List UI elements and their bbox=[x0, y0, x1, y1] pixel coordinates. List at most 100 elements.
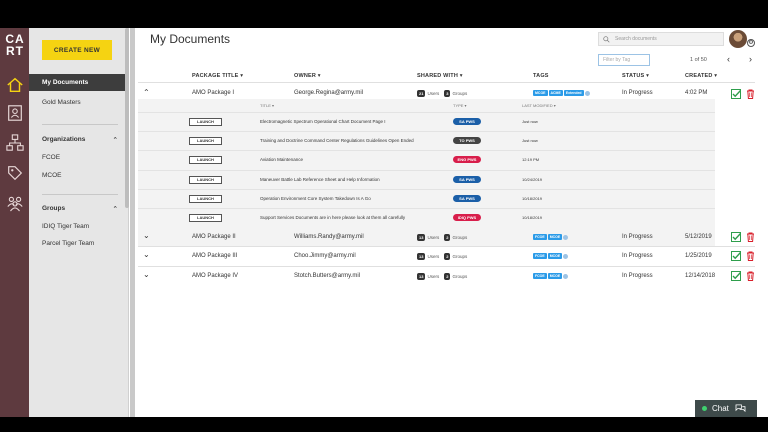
column-owner[interactable]: OWNER ▾ bbox=[294, 73, 321, 79]
gear-icon[interactable]: ⚙ bbox=[747, 39, 755, 47]
shared-with: 13 Users 2 Groups bbox=[417, 253, 467, 260]
chevron-down-icon[interactable]: ⌄ bbox=[143, 231, 150, 240]
groups-label: Groups bbox=[452, 235, 468, 241]
document-row[interactable]: LAUNCH Support Services Documents are in … bbox=[138, 208, 715, 227]
package-title[interactable]: AMO Package III bbox=[192, 253, 237, 259]
checkmark-icon[interactable] bbox=[731, 251, 741, 261]
subcolumn-type[interactable]: TYPE ▾ bbox=[453, 103, 467, 108]
users-count: 13 bbox=[417, 273, 426, 280]
chat-button[interactable]: Chat bbox=[695, 400, 757, 417]
package-title[interactable]: AMO Package IV bbox=[192, 273, 238, 279]
chevron-right-icon[interactable]: › bbox=[749, 54, 752, 64]
tag-badge[interactable]: MCOE bbox=[547, 234, 563, 240]
document-title[interactable]: Operation Environment Core System Takedo… bbox=[260, 196, 371, 201]
tag-badge[interactable]: FCOE bbox=[533, 234, 547, 240]
document-type-badge: IDIQ PWS bbox=[453, 214, 481, 221]
document-row[interactable]: LAUNCH Training and Doctrine Command Cent… bbox=[138, 131, 715, 150]
package-title[interactable]: AMO Package I bbox=[192, 90, 234, 96]
groups-label: Groups bbox=[452, 91, 468, 97]
trash-icon[interactable] bbox=[746, 251, 755, 261]
tag-badge[interactable]: MCOE bbox=[547, 253, 563, 259]
sidebar-item-parcel-tiger-team[interactable]: Parcel Tiger Team bbox=[29, 235, 126, 252]
chevron-down-icon[interactable]: ⌄ bbox=[143, 270, 150, 279]
created-date: 12/14/2018 bbox=[685, 273, 716, 279]
status-text: In Progress bbox=[622, 253, 653, 259]
sidebar: CREATE NEW My Documents Gold Masters Org… bbox=[29, 28, 129, 417]
checkmark-icon[interactable] bbox=[731, 232, 741, 242]
document-row[interactable]: LAUNCH Aviation Maintenance ENG PWS 12:19 P… bbox=[138, 150, 715, 169]
document-title[interactable]: Aviation Maintenance bbox=[260, 157, 303, 162]
chevron-up-icon[interactable]: ⌃ bbox=[143, 88, 150, 97]
online-status-dot bbox=[702, 406, 707, 411]
launch-button[interactable]: LAUNCH bbox=[189, 118, 222, 126]
nav-rail: CA RT bbox=[0, 28, 29, 417]
add-tag-icon[interactable] bbox=[584, 90, 590, 96]
document-row[interactable]: LAUNCH Maneuver Battle Lab Reference Shee… bbox=[138, 169, 715, 189]
document-row[interactable]: LAUNCH Operation Environment Core System … bbox=[138, 188, 715, 208]
column-package-title[interactable]: PACKAGE TITLE ▾ bbox=[192, 73, 243, 79]
main-scrollbar[interactable] bbox=[130, 28, 135, 417]
column-shared-with[interactable]: SHARED WITH ▾ bbox=[417, 73, 463, 79]
sidebar-item-mcoe[interactable]: MCOE bbox=[29, 167, 126, 184]
add-tag-icon[interactable] bbox=[563, 253, 569, 259]
tag-badge[interactable]: MCOE bbox=[547, 273, 563, 279]
checkmark-icon[interactable] bbox=[731, 89, 741, 99]
tag-filter-input[interactable]: Filter by Tag bbox=[598, 54, 650, 66]
sidebar-item-my-documents[interactable]: My Documents bbox=[29, 74, 126, 91]
tag-badge[interactable]: FCOE bbox=[533, 253, 547, 259]
chevron-left-icon[interactable]: ‹ bbox=[727, 54, 730, 64]
tags-cell: MCOE ACME Extended bbox=[533, 90, 590, 97]
created-date: 1/25/2019 bbox=[685, 253, 712, 259]
launch-button[interactable]: LAUNCH bbox=[189, 175, 222, 184]
tag-badge[interactable]: FCOE bbox=[533, 273, 547, 279]
avatar[interactable] bbox=[729, 30, 747, 48]
rail-hierarchy[interactable] bbox=[0, 130, 29, 156]
app-window: CA RT CREATE NEW My Documents Gold Master… bbox=[0, 28, 768, 417]
sidebar-scrollbar[interactable] bbox=[125, 28, 129, 208]
groups-header[interactable]: Groups ⌃ bbox=[42, 205, 118, 213]
document-title[interactable]: Maneuver Battle Lab Reference Sheet and … bbox=[260, 177, 380, 182]
package-title[interactable]: AMO Package II bbox=[192, 234, 236, 240]
row-divider bbox=[138, 266, 755, 267]
search-input[interactable]: Search documents bbox=[598, 32, 724, 46]
document-row[interactable]: LAUNCH Electromagnetic Spectrum Operation… bbox=[138, 112, 715, 131]
shared-with: 13 Users 2 Groups bbox=[417, 234, 467, 241]
tag-badge[interactable]: Extended bbox=[563, 90, 584, 96]
rail-tags[interactable] bbox=[0, 160, 29, 186]
sidebar-item-fcoe[interactable]: FCOE bbox=[29, 149, 126, 166]
tag-badge[interactable]: MCOE bbox=[533, 90, 548, 96]
chat-label: Chat bbox=[712, 404, 729, 413]
launch-button[interactable]: LAUNCH bbox=[189, 156, 222, 165]
subcolumn-title[interactable]: TITLE ▾ bbox=[260, 103, 274, 108]
document-title[interactable]: Electromagnetic Spectrum Operational Cha… bbox=[260, 119, 386, 124]
checkmark-icon[interactable] bbox=[731, 271, 741, 281]
tag-badge[interactable]: ACME bbox=[548, 90, 563, 96]
subcolumn-last-modified[interactable]: LAST MODIFIED ▾ bbox=[522, 103, 556, 108]
chevron-down-icon[interactable]: ⌄ bbox=[143, 250, 150, 259]
column-status[interactable]: STATUS ▾ bbox=[622, 73, 649, 79]
status-text: In Progress bbox=[622, 90, 653, 96]
document-last-modified: Just now bbox=[522, 138, 538, 144]
rail-home[interactable] bbox=[0, 72, 29, 98]
sidebar-item-idiq-tiger-team[interactable]: IDIQ Tiger Team bbox=[29, 218, 126, 235]
create-new-button[interactable]: CREATE NEW bbox=[42, 40, 112, 60]
trash-icon[interactable] bbox=[746, 271, 755, 281]
group-icon bbox=[6, 196, 23, 212]
document-type-badge: SA PWS bbox=[453, 194, 481, 202]
organizations-header[interactable]: Organizations ⌃ bbox=[42, 136, 118, 144]
document-title[interactable]: Support Services Documents are in here p… bbox=[260, 215, 405, 220]
trash-icon[interactable] bbox=[746, 89, 755, 99]
column-created[interactable]: CREATED ▾ bbox=[685, 73, 717, 79]
sidebar-item-gold-masters[interactable]: Gold Masters bbox=[29, 94, 126, 111]
add-tag-icon[interactable] bbox=[563, 234, 569, 240]
rail-profile[interactable] bbox=[0, 100, 29, 126]
tags-cell: FCOE MCOE bbox=[533, 253, 569, 260]
trash-icon[interactable] bbox=[746, 232, 755, 242]
launch-button[interactable]: LAUNCH bbox=[189, 137, 222, 146]
add-tag-icon[interactable] bbox=[563, 273, 569, 279]
launch-button[interactable]: LAUNCH bbox=[189, 194, 222, 203]
document-title[interactable]: Training and Doctrine Command Center Reg… bbox=[260, 138, 414, 143]
rail-groups[interactable] bbox=[0, 190, 29, 216]
groups-count: 3 bbox=[444, 90, 451, 97]
launch-button[interactable]: LAUNCH bbox=[189, 214, 222, 222]
